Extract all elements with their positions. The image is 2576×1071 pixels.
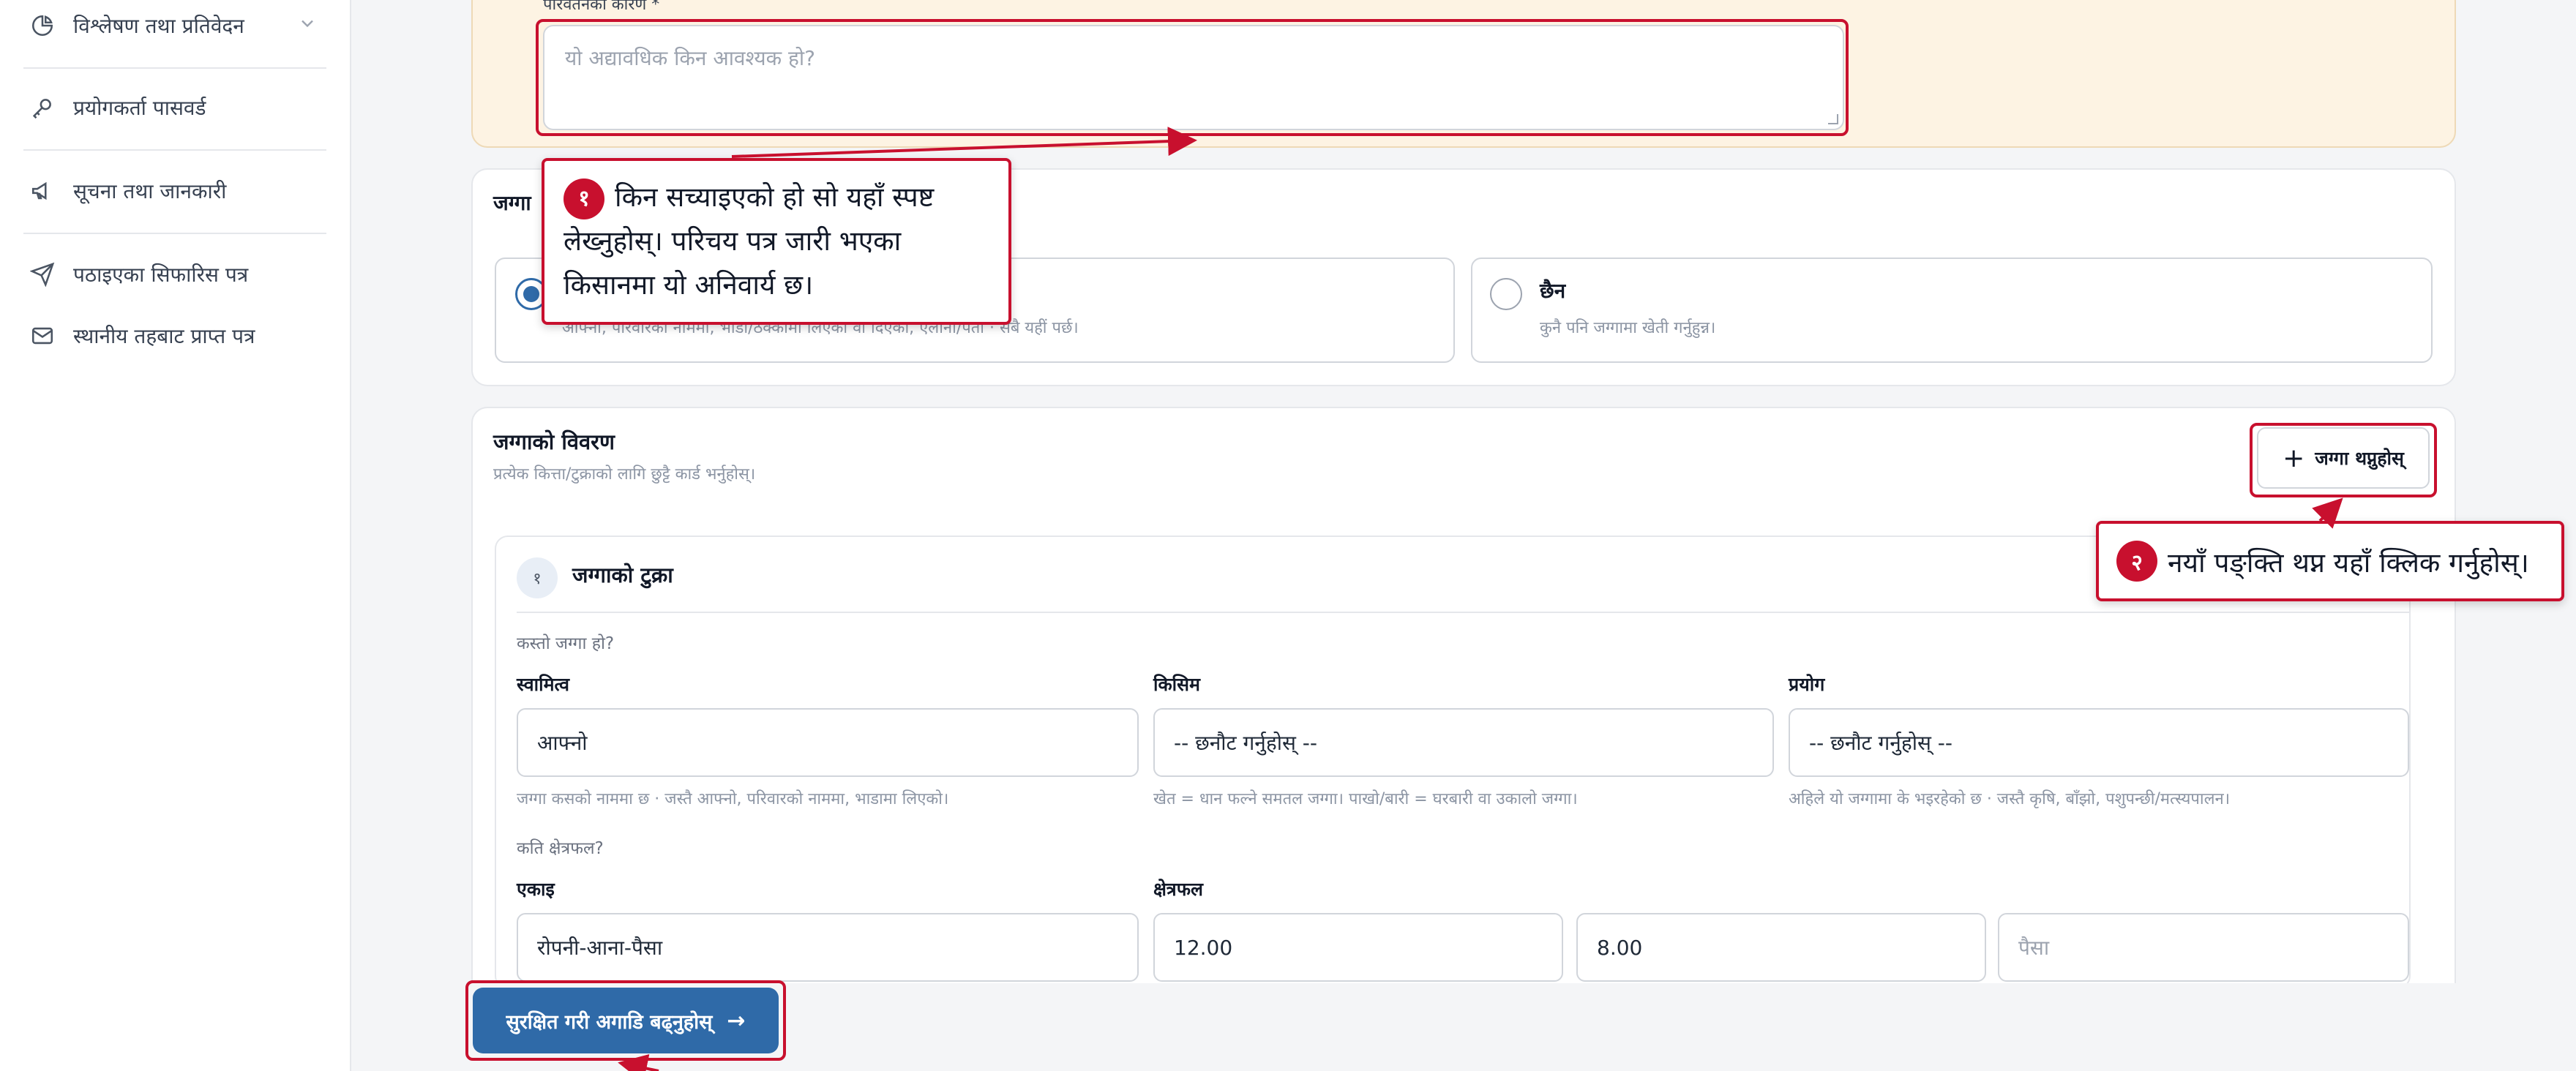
divider (517, 612, 2409, 613)
callout-text: नयाँ पङ्क्ति थप्न यहाँ क्लिक गर्नुहोस्। (2168, 546, 2529, 579)
pie-chart-icon (29, 12, 56, 39)
callout-text: किन सच्याइएको हो सो यहाँ स्पष्ट लेख्नुहो… (564, 181, 935, 301)
callout-reason: १ किन सच्याइएको हो सो यहाँ स्पष्ट लेख्नुह… (542, 158, 1011, 325)
callout-number: २ (2116, 541, 2157, 582)
megaphone-icon (29, 178, 56, 204)
unit-select[interactable]: रोपनी-आना-पैसा (517, 913, 1139, 982)
land-details-title: जग्गाको विवरण (493, 429, 615, 454)
use-select[interactable]: -- छनौट गर्नुहोस् -- (1789, 708, 2409, 777)
send-icon (29, 261, 56, 288)
area-ropani-input[interactable]: 12.00 (1153, 913, 1563, 982)
land-details-subtitle: प्रत्येक कित्ता/टुक्राको लागि छुट्टै कार… (493, 465, 756, 484)
parcel-number-badge: १ (517, 557, 558, 598)
sidebar-divider (23, 149, 326, 151)
sidebar-item-label: सूचना तथा जानकारी (73, 179, 227, 203)
sidebar-item-label: विश्लेषण तथा प्रतिवेदन (73, 14, 244, 38)
sidebar-item-label: पठाइएका सिफारिस पत्र (73, 263, 249, 287)
sidebar-divider (23, 233, 326, 234)
sidebar-item-sent-letters[interactable]: पठाइएका सिफारिस पत्र (29, 260, 325, 288)
use-label: प्रयोग (1789, 674, 1825, 695)
ownership-select[interactable]: आफ्नो (517, 708, 1139, 777)
sidebar-item-user-password[interactable]: प्रयोगकर्ता पासवर्ड (29, 94, 325, 121)
land-question-title: जग्गा (493, 191, 531, 215)
chevron-down-icon (297, 13, 318, 34)
area-aana-input[interactable]: 8.00 (1576, 913, 1986, 982)
radio-no-land[interactable] (1490, 278, 1522, 310)
ownership-label: स्वामित्व (517, 674, 570, 695)
callout-add-row: २ नयाँ पङ्क्ति थप्न यहाँ क्लिक गर्नुहोस्। (2096, 521, 2564, 601)
highlight-submit-button (465, 980, 786, 1061)
unit-label: एकाइ (517, 879, 555, 900)
option-no-land[interactable]: छैन कुनै पनि जग्गामा खेती गर्नुहुन्न। (1471, 258, 2433, 363)
kind-help: खेत = धान फल्ने समतल जग्गा। पाखो/बारी = … (1153, 790, 1578, 808)
highlight-reason-textarea (536, 19, 1849, 136)
sidebar-item-label: स्थानीय तहबाट प्राप्त पत्र (73, 324, 255, 348)
sidebar-item-label: प्रयोगकर्ता पासवर्ड (73, 96, 206, 120)
sidebar: विश्लेषण तथा प्रतिवेदन प्रयोगकर्ता पासवर… (0, 0, 351, 1071)
option-title: छैन (1540, 279, 1566, 303)
highlight-add-button (2250, 423, 2437, 497)
mail-icon (29, 323, 56, 349)
area-label: क्षेत्रफल (1153, 879, 1203, 900)
reason-label: परिवर्तनको कारण * (543, 0, 660, 14)
sidebar-item-analysis-reports[interactable]: विश्लेषण तथा प्रतिवेदन (29, 12, 325, 40)
option-hint: कुनै पनि जग्गामा खेती गर्नुहुन्न। (1540, 319, 1716, 337)
kind-select[interactable]: -- छनौट गर्नुहोस् -- (1153, 708, 1774, 777)
use-help: अहिले यो जग्गामा के भइरहेको छ · जस्तै कृ… (1789, 790, 2231, 808)
sidebar-divider (23, 67, 326, 69)
area-paisa-input[interactable]: पैसा (1998, 913, 2409, 982)
question-land-type: कस्तो जग्गा हो? (517, 634, 615, 653)
key-icon (29, 94, 56, 121)
ownership-help: जग्गा कसको नाममा छ · जस्तै आफ्नो, परिवार… (517, 790, 949, 808)
sidebar-item-received-letters[interactable]: स्थानीय तहबाट प्राप्त पत्र (29, 322, 325, 350)
parcel-title: जग्गाको टुक्रा (572, 563, 673, 587)
callout-number: १ (564, 178, 604, 219)
question-area: कति क्षेत्रफल? (517, 839, 604, 858)
sidebar-item-notices[interactable]: सूचना तथा जानकारी (29, 177, 325, 205)
kind-label: किसिम (1153, 674, 1201, 695)
